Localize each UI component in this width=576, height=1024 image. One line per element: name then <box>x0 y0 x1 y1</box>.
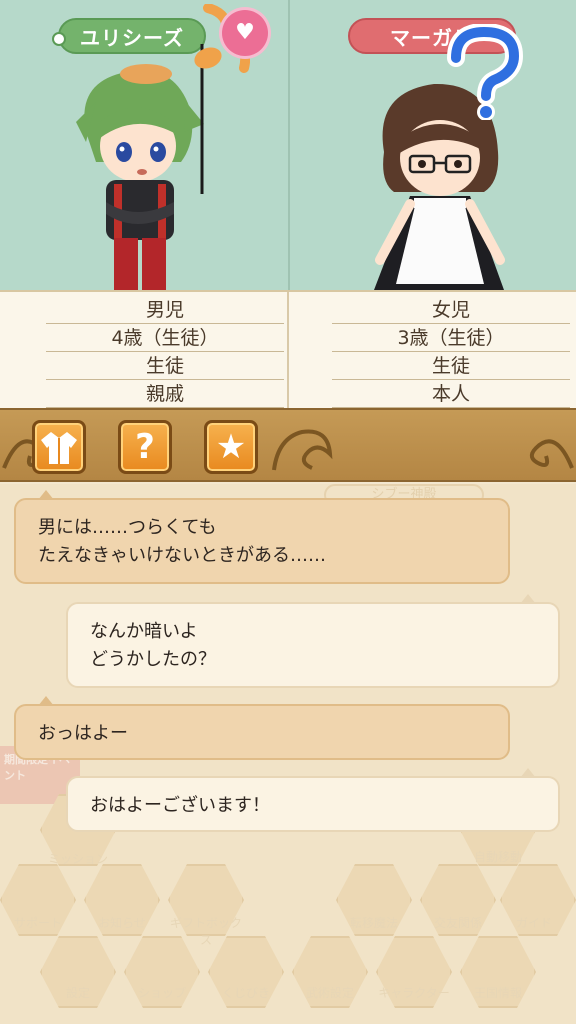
ornament-right-icon <box>529 439 574 469</box>
chat-line: おはよーございます！ <box>90 795 270 816</box>
chat-bubble-reply: なんか暗いよ どうかしたの？ <box>66 594 560 688</box>
question-mark-icon <box>447 24 524 120</box>
chat-line: おっはよー <box>38 723 128 744</box>
bg-label: 武術設定 <box>305 986 354 1000</box>
chat-bubble-character: 男には……つらくても たえなきゃいけないときがある…… <box>14 490 510 584</box>
info-role: 生徒 <box>332 352 570 380</box>
help-button[interactable]: ? <box>118 420 172 474</box>
info-age: 3歳（生徒） <box>332 324 570 352</box>
info-age: 4歳（生徒） <box>46 324 284 352</box>
info-divider <box>287 292 289 410</box>
chat-line: なんか暗いよ <box>90 621 198 642</box>
info-relation: 親戚 <box>46 380 284 408</box>
clothes-button[interactable] <box>32 420 86 474</box>
bg-label: 王国情報 <box>473 986 522 1000</box>
action-toolbar: ? ★ <box>0 408 576 482</box>
chat-line: 男には……つらくても <box>38 517 217 538</box>
bg-label: 転移魔法 <box>349 916 398 930</box>
info-column-right: 女児 3歳（生徒） 生徒 本人 <box>332 296 570 408</box>
bg-label: キャラクター <box>378 986 450 1000</box>
info-role: 生徒 <box>46 352 284 380</box>
character-panel-right[interactable]: マーガリ <box>288 0 576 290</box>
chat-line: たえなきゃいけないときがある…… <box>38 545 326 566</box>
info-gender: 男児 <box>46 296 284 324</box>
chat-bubble-character: おっはよー <box>14 696 510 760</box>
bg-label: くじびき <box>221 986 270 1000</box>
boy-character-figure <box>76 64 204 290</box>
clothes-icon <box>41 432 77 464</box>
star-icon: ★ <box>215 427 247 467</box>
heart-icon[interactable]: ♥ <box>222 10 268 56</box>
info-gender: 女児 <box>332 296 570 324</box>
chat-log[interactable]: 男には……つらくても たえなきゃいけないときがある…… なんか暗いよ どうかした… <box>0 484 576 844</box>
bg-label: ガイド <box>515 916 552 930</box>
character-name-tag-left[interactable]: ユリシーズ <box>52 18 206 54</box>
character-panel-left[interactable]: ユリシーズ ♥ <box>0 0 288 290</box>
bg-label: 設定 <box>65 986 90 1000</box>
info-column-left: 男児 4歳（生徒） 生徒 親戚 <box>46 296 284 408</box>
question-icon: ? <box>135 427 155 467</box>
bg-label: お知らせ <box>98 916 146 930</box>
chat-line: どうかしたの？ <box>90 649 216 670</box>
bg-label: ショップ <box>137 986 186 1000</box>
bg-label: サポート <box>13 916 62 930</box>
character-info-table: 男児 4歳（生徒） 生徒 親戚 女児 3歳（生徒） 生徒 本人 <box>0 290 576 410</box>
favorite-button[interactable]: ★ <box>204 420 258 474</box>
info-relation: 本人 <box>332 380 570 408</box>
bg-label: 交友関係 <box>433 916 482 930</box>
bg-label: 自動移動 <box>473 850 522 864</box>
chat-bubble-reply: おはよーございます！ <box>66 768 560 832</box>
ornament-center-icon <box>272 429 333 471</box>
character-panels: ユリシーズ ♥ マーガリ <box>0 0 576 290</box>
